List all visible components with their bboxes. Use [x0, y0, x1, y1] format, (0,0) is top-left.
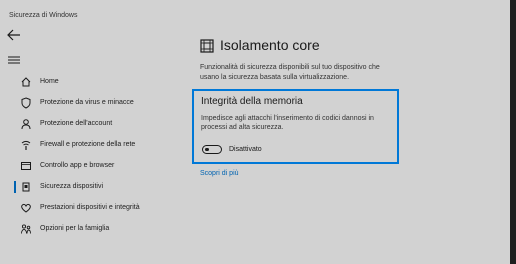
card-description: Impedisce agli attacchi l'inserimento di…	[201, 115, 374, 131]
browser-icon	[21, 162, 31, 170]
page-description: Funzionalità di sicurezza disponibili su…	[200, 64, 380, 81]
wifi-icon	[21, 141, 31, 150]
sidebar-item-family-options[interactable]: Opzioni per la famiglia	[0, 219, 185, 239]
sidebar-item-account-protection[interactable]: Protezione dell'account	[0, 114, 185, 134]
sidebar-item-device-security[interactable]: Sicurezza dispositivi	[0, 177, 185, 197]
toggle-knob	[205, 147, 209, 151]
hamburger-menu-icon[interactable]	[7, 54, 21, 66]
app-window: Sicurezza di Windows Home Protezione da …	[0, 0, 510, 264]
sidebar-item-firewall[interactable]: Firewall e protezione della rete	[0, 135, 185, 155]
sidebar-item-label: Opzioni per la famiglia	[40, 225, 110, 232]
memory-integrity-toggle[interactable]	[202, 145, 222, 154]
sidebar-item-label: Firewall e protezione della rete	[40, 141, 136, 148]
person-icon	[21, 119, 31, 130]
sidebar-item-label: Home	[40, 78, 59, 85]
sidebar-item-label: Protezione dell'account	[40, 120, 113, 127]
memory-integrity-card: Integrità della memoria Impedisce agli a…	[192, 89, 399, 164]
window-edge	[510, 0, 516, 264]
sidebar-item-home[interactable]: Home	[0, 72, 185, 92]
sidebar-item-virus-protection[interactable]: Protezione da virus e minacce	[0, 93, 185, 113]
page-title: Isolamento core	[220, 37, 320, 53]
family-icon	[21, 224, 31, 234]
sidebar-item-label: Sicurezza dispositivi	[40, 183, 104, 190]
sidebar-item-label: Protezione da virus e minacce	[40, 99, 134, 106]
learn-more-link[interactable]: Scopri di più	[200, 170, 239, 177]
sidebar-item-device-performance[interactable]: Prestazioni dispositivi e integrità	[0, 198, 185, 218]
sidebar-item-label: Controllo app e browser	[40, 162, 115, 169]
back-arrow-icon[interactable]	[6, 28, 22, 42]
sidebar-item-app-browser[interactable]: Controllo app e browser	[0, 156, 185, 176]
toggle-state-label: Disattivato	[229, 146, 262, 153]
heart-icon	[21, 203, 31, 213]
home-icon	[21, 77, 31, 87]
device-icon	[22, 182, 30, 192]
shield-icon	[21, 97, 31, 109]
card-title: Integrità della memoria	[201, 96, 303, 107]
core-isolation-icon	[200, 39, 214, 53]
window-title: Sicurezza di Windows	[9, 12, 78, 19]
sidebar-item-label: Prestazioni dispositivi e integrità	[40, 204, 140, 211]
